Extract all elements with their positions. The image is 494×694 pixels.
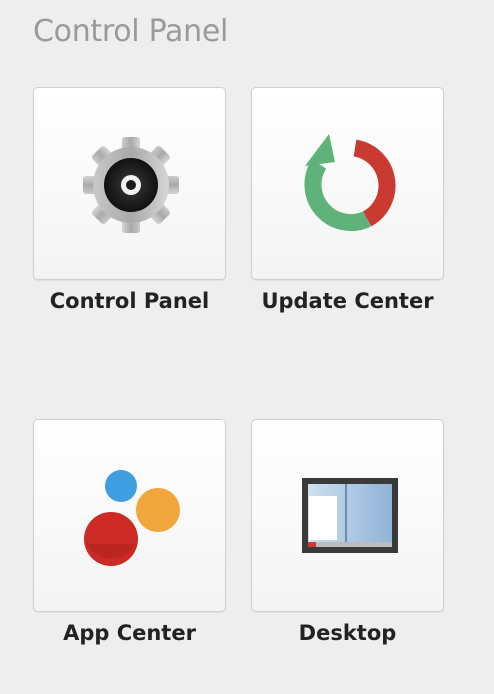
tile-label-app-center: App Center: [63, 621, 196, 645]
update-center-button[interactable]: [251, 87, 444, 280]
tile-label-update-center: Update Center: [261, 289, 434, 313]
desktop-button[interactable]: [251, 419, 444, 612]
desktop-window-icon: [302, 478, 398, 553]
tile-label-control-panel: Control Panel: [49, 289, 210, 313]
control-panel-button[interactable]: [33, 87, 226, 280]
gear-icon: [83, 137, 179, 233]
refresh-arrow-icon: [304, 134, 396, 232]
app-center-bubbles-icon: [84, 470, 180, 566]
section-title: Control Panel: [33, 14, 229, 49]
app-center-button[interactable]: [33, 419, 226, 612]
tile-label-desktop: Desktop: [298, 621, 397, 645]
